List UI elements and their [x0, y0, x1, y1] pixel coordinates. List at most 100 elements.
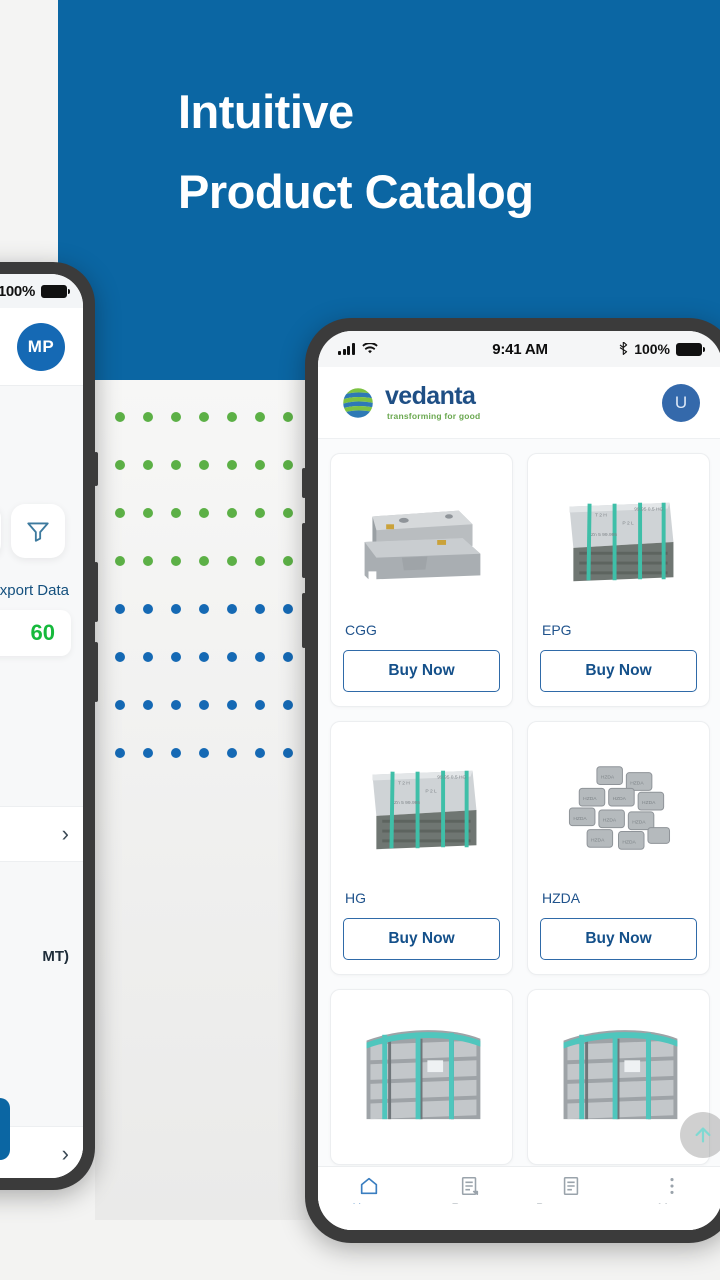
unit-label: MT) — [42, 948, 69, 965]
decor-dot — [171, 748, 181, 758]
phone-volume-button-2 — [94, 642, 98, 702]
decor-dot — [227, 556, 237, 566]
zinc-ingot-stack-photo: T 2 H P 2 L Zn 5 99.995 99.95 0.5 HG — [372, 770, 477, 850]
phone-volume-button — [94, 562, 98, 622]
product-card[interactable]: T 2 H P 2 L Zn 5 99.995 99.95 0.5 HG EPG… — [527, 453, 710, 707]
buy-now-button[interactable]: Buy Now — [343, 918, 500, 960]
brand-logo: vedanta transforming for good — [340, 384, 480, 421]
buy-now-button[interactable]: Buy Now — [343, 650, 500, 692]
decor-dot — [143, 700, 153, 710]
banner-line-1: Intuitive — [178, 85, 354, 138]
list-row[interactable]: › — [0, 806, 83, 862]
product-image: HZDA HZDA HZDA HZDA HZDA HZDA HZDA HZDA HZDA… — [540, 734, 697, 882]
product-image: T 2 H P 2 L Zn 5 99.995 99.95 0.5 HG — [540, 466, 697, 614]
product-code: EPG — [542, 622, 572, 638]
buy-now-button[interactable]: Buy Now — [540, 650, 697, 692]
decor-dot — [143, 508, 153, 518]
decor-dot — [143, 556, 153, 566]
brand-name: vedanta — [385, 382, 476, 411]
vedanta-globe-icon — [342, 386, 374, 419]
decor-dot — [143, 412, 153, 422]
left-status-bar: ❞ 100% — [0, 274, 83, 308]
decor-dot — [255, 556, 265, 566]
hzda-die-cast-alloy-photo: HZDA HZDA HZDA HZDA HZDA HZDA HZDA HZDA HZDA… — [568, 766, 671, 850]
right-phone-mockup: 9:41 AM 100% vedanta transforming for go… — [302, 318, 720, 1243]
decor-dot — [115, 604, 125, 614]
report-doc-icon — [459, 1175, 481, 1197]
svg-text:HZDA: HZDA — [613, 796, 627, 802]
decor-dot — [115, 460, 125, 470]
decor-dot — [227, 652, 237, 662]
avatar[interactable]: MP — [17, 322, 65, 371]
svg-text:HZDA: HZDA — [601, 775, 615, 781]
aluminium-ingot-stack-photo — [366, 1030, 481, 1120]
scroll-to-top-button[interactable] — [680, 1112, 720, 1158]
decor-dot — [115, 412, 125, 422]
decor-dot — [255, 412, 265, 422]
decor-dot — [199, 556, 209, 566]
toolbar-square-left[interactable] — [0, 504, 1, 558]
decor-dot — [283, 508, 293, 518]
avatar-initial: U — [674, 392, 688, 412]
left-app-header: MP — [0, 308, 83, 386]
export-data-label[interactable]: xport Data — [0, 582, 69, 599]
left-phone-body: xport Data 60 › MT) › — [0, 386, 83, 1178]
decor-dot — [115, 748, 125, 758]
decor-dot — [255, 748, 265, 758]
decor-dot — [199, 460, 209, 470]
decor-dot — [227, 604, 237, 614]
decor-dot — [199, 604, 209, 614]
right-status-bar: 9:41 AM 100% — [318, 331, 720, 367]
decor-dot — [283, 604, 293, 614]
right-phone-screen: 9:41 AM 100% vedanta transforming for go… — [318, 331, 720, 1230]
svg-text:HZDA: HZDA — [591, 837, 605, 843]
avatar[interactable]: U — [662, 383, 700, 422]
more-kebab-icon — [661, 1175, 683, 1197]
decor-dot — [283, 412, 293, 422]
procurement-doc-icon — [560, 1175, 582, 1197]
svg-text:HZDA: HZDA — [573, 816, 587, 822]
brand-wordmark: vedanta transforming for good — [385, 384, 480, 421]
product-catalog: CGG Buy Now T 2 H P 2 L Zn 5 99.995 99.95… — [318, 439, 720, 1230]
decor-dot — [143, 460, 153, 470]
left-phone-mockup: ❞ 100% MP xport Data — [0, 262, 98, 1190]
primary-cta-button[interactable] — [0, 1098, 10, 1160]
decor-dot — [255, 460, 265, 470]
battery-percent-label: 100% — [634, 341, 670, 357]
decor-dot — [171, 508, 181, 518]
svg-text:HZDA: HZDA — [622, 839, 636, 845]
buy-now-button[interactable]: Buy Now — [540, 918, 697, 960]
banner-line-2: Product Catalog — [178, 165, 534, 218]
product-card[interactable]: HZDA HZDA HZDA HZDA HZDA HZDA HZDA HZDA HZDA… — [527, 721, 710, 975]
dot-pattern-panel — [95, 380, 310, 1220]
decor-dot — [227, 412, 237, 422]
decor-dot — [255, 700, 265, 710]
list-row[interactable]: › — [0, 1126, 83, 1178]
decor-dot — [115, 652, 125, 662]
decor-dot — [283, 652, 293, 662]
home-indicator-area — [318, 1204, 720, 1230]
product-card[interactable]: T 2 H P 2 L Zn 5 99.995 99.95 0.5 HG HG B… — [330, 721, 513, 975]
chevron-right-icon: › — [61, 1141, 69, 1166]
brand-tagline: transforming for good — [387, 411, 481, 422]
scroll-to-top-arrow-icon — [695, 1127, 711, 1143]
svg-text:T 2 H: T 2 H — [595, 512, 607, 518]
svg-text:P 2 L: P 2 L — [622, 520, 634, 526]
svg-text:T 2 H: T 2 H — [398, 780, 410, 786]
svg-text:Zn 5 99.995: Zn 5 99.995 — [591, 532, 617, 538]
product-card[interactable]: CGG Buy Now — [330, 453, 513, 707]
aluminium-sow-ingot-photo — [364, 510, 481, 580]
product-code: HZDA — [542, 890, 581, 906]
decor-dot — [255, 508, 265, 518]
zinc-ingot-bundle-photo: T 2 H P 2 L Zn 5 99.995 99.95 0.5 HG — [569, 502, 674, 582]
filter-funnel-icon — [27, 522, 49, 542]
svg-text:P 2 L: P 2 L — [425, 788, 437, 794]
home-icon — [358, 1175, 380, 1197]
decor-dot — [171, 460, 181, 470]
decor-dot — [199, 412, 209, 422]
product-card[interactable] — [330, 989, 513, 1165]
decor-dot — [283, 556, 293, 566]
filter-button[interactable] — [11, 504, 65, 558]
decor-dot — [283, 460, 293, 470]
decor-dot — [227, 748, 237, 758]
